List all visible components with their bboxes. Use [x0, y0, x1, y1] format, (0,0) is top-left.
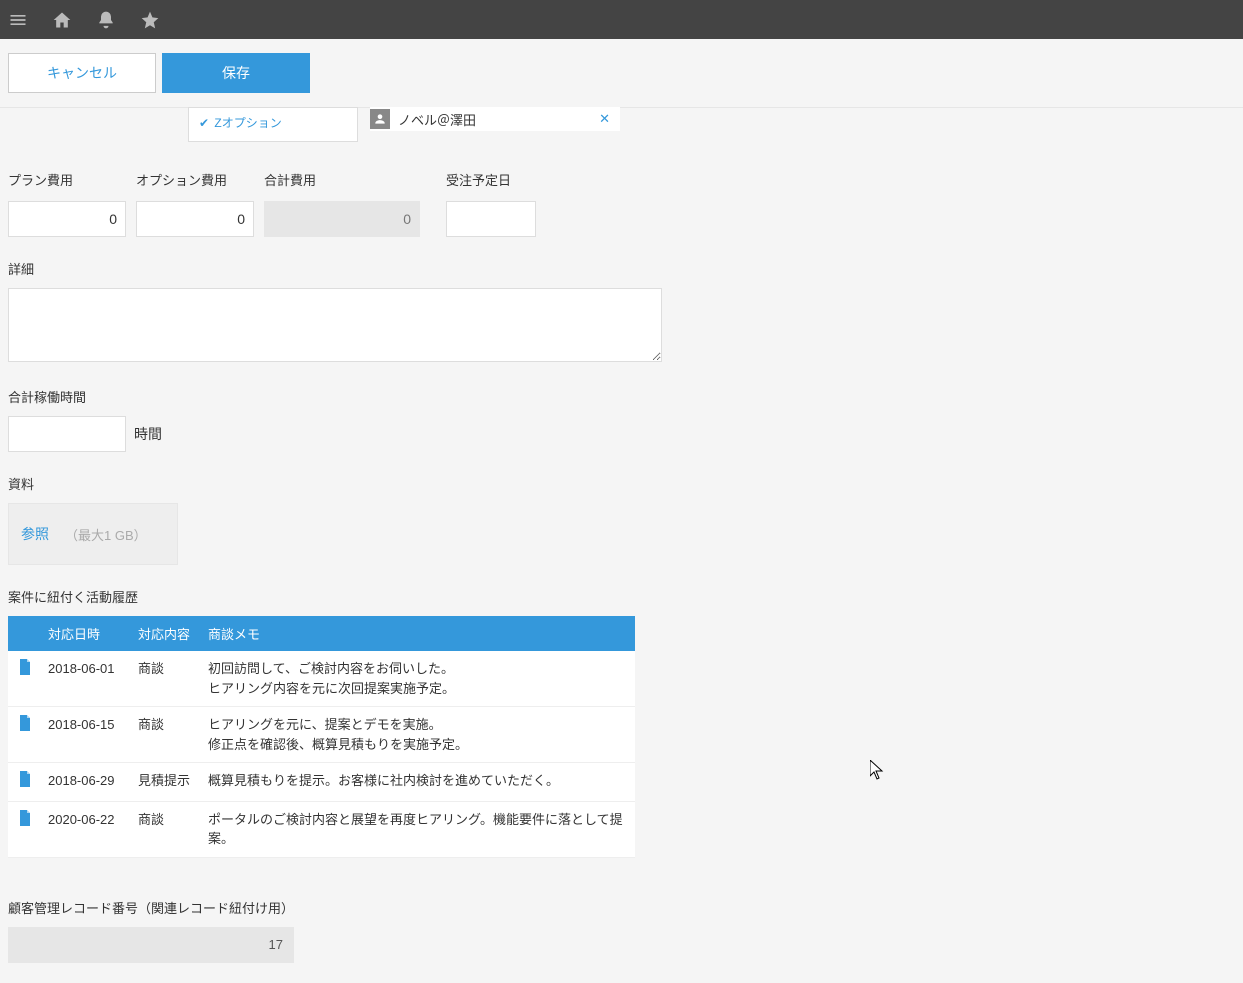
order-date-input[interactable] — [446, 201, 536, 237]
cost-fields: プラン費用 オプション費用 合計費用 0 受注予定日 — [8, 170, 672, 237]
total-cost-label: 合計費用 — [264, 170, 420, 189]
cell-date: 2018-06-01 — [42, 651, 132, 707]
col-date: 対応日時 — [42, 616, 132, 651]
table-row[interactable]: 2018-06-29見積提示概算見積もりを提示。お客様に社内検討を進めていただく… — [8, 763, 635, 802]
save-button[interactable]: 保存 — [162, 53, 310, 93]
star-icon[interactable] — [140, 10, 164, 30]
hours-input[interactable] — [8, 416, 126, 452]
plan-cost-input[interactable] — [8, 201, 126, 237]
table-row[interactable]: 2020-06-22商談ポータルのご検討内容と展望を再度ヒアリング。機能要件に落… — [8, 801, 635, 857]
z-option[interactable]: ✔ Zオプション — [199, 114, 347, 131]
cell-date: 2020-06-22 — [42, 801, 132, 857]
cell-memo: ポータルのご検討内容と展望を再度ヒアリング。機能要件に落として提案。 — [202, 801, 635, 857]
cell-date: 2018-06-29 — [42, 763, 132, 802]
document-icon[interactable] — [8, 801, 42, 857]
detail-label: 詳細 — [8, 259, 672, 278]
order-date-label: 受注予定日 — [446, 170, 536, 189]
menu-icon[interactable] — [8, 10, 32, 30]
document-icon[interactable] — [8, 763, 42, 802]
file-upload-box[interactable]: 参照 （最大1 GB） — [8, 503, 178, 565]
plan-cost-label: プラン費用 — [8, 170, 126, 189]
browse-link[interactable]: 参照 — [21, 524, 49, 544]
cell-memo: 初回訪問して、ご検討内容をお伺いした。ヒアリング内容を元に次回提案実施予定。 — [202, 651, 635, 707]
option-box[interactable]: ✔ Zオプション — [188, 107, 358, 142]
cursor-icon — [870, 760, 886, 783]
close-icon[interactable]: ✕ — [595, 111, 614, 127]
activity-title: 案件に紐付く活動履歴 — [8, 587, 672, 606]
cell-type: 見積提示 — [132, 763, 202, 802]
cell-type: 商談 — [132, 651, 202, 707]
action-bar: キャンセル 保存 — [0, 39, 1243, 108]
table-row[interactable]: 2018-06-15商談ヒアリングを元に、提案とデモを実施。修正点を確認後、概算… — [8, 707, 635, 763]
detail-textarea[interactable] — [8, 288, 662, 362]
table-row[interactable]: 2018-06-01商談初回訪問して、ご検討内容をお伺いした。ヒアリング内容を元… — [8, 651, 635, 707]
customer-record-label: 顧客管理レコード番号（関連レコード紐付け用） — [8, 898, 672, 917]
global-header — [0, 0, 1243, 39]
hours-unit: 時間 — [134, 424, 162, 444]
cell-memo: ヒアリングを元に、提案とデモを実施。修正点を確認後、概算見積もりを実施予定。 — [202, 707, 635, 763]
customer-record-number: 17 — [8, 927, 294, 963]
hours-row: 時間 — [8, 416, 672, 452]
person-name: ノベル＠澤田 — [398, 110, 595, 129]
home-icon[interactable] — [52, 10, 76, 30]
option-cost-input[interactable] — [136, 201, 254, 237]
top-row: ✔ Zオプション ノベル＠澤田 ✕ — [188, 107, 672, 142]
col-memo: 商談メモ — [202, 616, 635, 651]
z-option-label: Zオプション — [214, 116, 281, 130]
cancel-button[interactable]: キャンセル — [8, 53, 156, 93]
table-header-row: 対応日時 対応内容 商談メモ — [8, 616, 635, 651]
cell-memo: 概算見積もりを提示。お客様に社内検討を進めていただく。 — [202, 763, 635, 802]
plan-cost-field: プラン費用 — [8, 170, 126, 237]
total-cost-field: 合計費用 0 — [264, 170, 420, 237]
cell-date: 2018-06-15 — [42, 707, 132, 763]
document-icon[interactable] — [8, 707, 42, 763]
cell-type: 商談 — [132, 801, 202, 857]
option-cost-label: オプション費用 — [136, 170, 254, 189]
total-cost-display: 0 — [264, 201, 420, 237]
cell-type: 商談 — [132, 707, 202, 763]
activity-table: 対応日時 対応内容 商談メモ 2018-06-01商談初回訪問して、ご検討内容を… — [8, 616, 635, 858]
hours-label: 合計稼働時間 — [8, 387, 672, 406]
avatar-icon — [370, 109, 390, 129]
col-type: 対応内容 — [132, 616, 202, 651]
form-content: ✔ Zオプション ノベル＠澤田 ✕ プラン費用 オプション費用 合計費用 0 受… — [0, 107, 680, 983]
option-cost-field: オプション費用 — [136, 170, 254, 237]
document-icon[interactable] — [8, 651, 42, 707]
check-icon: ✔ — [199, 116, 209, 130]
attachments-label: 資料 — [8, 474, 672, 493]
file-size-hint: （最大1 GB） — [65, 525, 147, 544]
bell-icon[interactable] — [96, 10, 120, 30]
order-date-field: 受注予定日 — [446, 170, 536, 237]
person-chip: ノベル＠澤田 ✕ — [370, 107, 620, 131]
